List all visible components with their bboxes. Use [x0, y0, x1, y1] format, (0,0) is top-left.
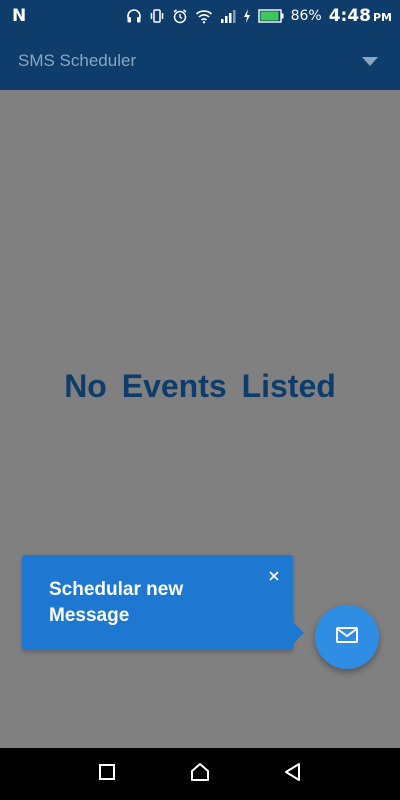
clock: 4:48 PM [329, 6, 392, 26]
home-button[interactable] [180, 754, 220, 794]
alarm-icon [172, 8, 188, 24]
notification-icon: N [12, 6, 26, 26]
tooltip-text: Schedular new Message [49, 579, 184, 626]
dropdown-arrow-icon[interactable] [362, 56, 378, 66]
wifi-icon [195, 8, 213, 24]
compose-message-fab[interactable] [315, 605, 379, 669]
tooltip-pointer [293, 622, 304, 644]
empty-state-message: No Events Listed [64, 368, 336, 404]
battery-percent: 86% [290, 8, 322, 24]
onboarding-tooltip: Schedular new Message [22, 555, 293, 650]
signal-icon [220, 9, 236, 23]
back-button[interactable] [273, 754, 313, 794]
app-bar: SMS Scheduler [0, 32, 400, 90]
headset-icon [126, 8, 142, 24]
close-icon[interactable] [267, 569, 281, 583]
vibrate-icon [149, 8, 165, 24]
navigation-bar [0, 748, 400, 800]
clock-time: 4:48 [328, 6, 371, 26]
status-left: N [12, 6, 126, 26]
home-icon [189, 762, 211, 787]
status-bar: N 86% 4:48 PM [0, 0, 400, 32]
back-icon [283, 762, 303, 787]
charging-icon [243, 8, 251, 24]
app-title: SMS Scheduler [18, 51, 137, 70]
status-right: 86% 4:48 PM [126, 6, 392, 26]
clock-ampm: PM [372, 11, 392, 24]
recents-icon [98, 763, 116, 786]
recents-button[interactable] [87, 754, 127, 794]
battery-icon [257, 9, 284, 23]
mail-icon [335, 625, 359, 650]
